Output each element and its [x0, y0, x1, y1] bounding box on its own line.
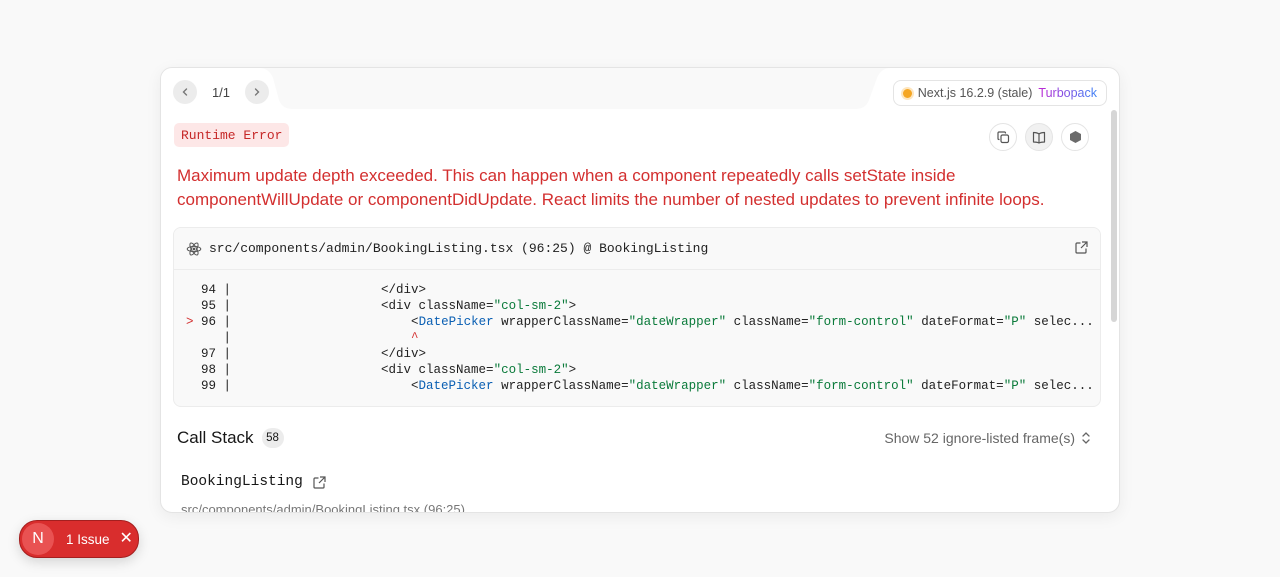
nodejs-inspector-button[interactable] — [1061, 123, 1089, 151]
dialog-content: Runtime Error Maximum update depth excee… — [161, 110, 1109, 512]
code-frame-file[interactable]: src/components/admin/BookingListing.tsx … — [209, 241, 708, 256]
error-overlay-dialog: 1/1 Next.js 16.2.9 (stale) Turbopack Run… — [160, 67, 1120, 513]
issues-count-label[interactable]: 1 Issue — [66, 532, 110, 547]
code-lines: 94 | </div> 95 | <div className="col-sm-… — [174, 270, 1100, 394]
code-frame: src/components/admin/BookingListing.tsx … — [173, 227, 1101, 407]
code-line: 94 | </div> — [186, 283, 427, 297]
code-line: 95 | <div className="col-sm-2"> — [186, 299, 577, 313]
ignore-listed-label: Show 52 ignore-listed frame(s) — [884, 430, 1075, 446]
copy-icon — [996, 130, 1009, 143]
version-label: Next.js 16.2.9 (stale) — [917, 86, 1033, 100]
error-type-badge: Runtime Error — [174, 123, 290, 147]
error-pager: 1/1 — [173, 80, 269, 104]
ignore-listed-toggle[interactable]: Show 52 ignore-listed frame(s) — [884, 430, 1091, 446]
code-line: 99 | <DatePicker wrapperClassName="dateW… — [186, 379, 1094, 393]
call-stack-heading: Call Stack 58 — [177, 428, 284, 448]
docs-button[interactable] — [1025, 123, 1053, 151]
call-stack-title: Call Stack — [177, 428, 254, 447]
react-icon — [186, 241, 202, 256]
dialog-tabbar: 1/1 Next.js 16.2.9 (stale) Turbopack — [161, 68, 1119, 110]
stale-status-dot — [902, 88, 912, 98]
bundler-label: Turbopack — [1038, 86, 1097, 100]
call-stack-count: 58 — [261, 428, 284, 448]
external-link-icon[interactable] — [1075, 241, 1088, 254]
code-line: | ^ — [186, 331, 419, 345]
issues-badge[interactable]: N 1 Issue ✕ — [19, 520, 139, 558]
copy-button[interactable] — [989, 123, 1017, 151]
chevron-left-icon — [182, 88, 188, 96]
code-line: 97 | </div> — [186, 347, 427, 361]
code-line: > 96 | <DatePicker wrapperClassName="dat… — [186, 315, 1094, 329]
scrollbar-thumb[interactable] — [1111, 110, 1117, 322]
next-error-button[interactable] — [245, 80, 269, 104]
close-icon[interactable]: ✕ — [120, 531, 133, 547]
version-badge[interactable]: Next.js 16.2.9 (stale) Turbopack — [892, 80, 1107, 106]
stack-frame-label: BookingListing — [181, 474, 303, 490]
book-icon — [1032, 131, 1046, 144]
pager-count: 1/1 — [211, 84, 231, 100]
chevron-updown-icon — [1082, 432, 1090, 444]
external-link-icon[interactable] — [313, 475, 326, 489]
nextjs-logo-icon[interactable]: N — [22, 523, 54, 555]
code-frame-header: src/components/admin/BookingListing.tsx … — [174, 228, 1100, 270]
chevron-right-icon — [254, 88, 260, 96]
stack-frame-path[interactable]: src/components/admin/BookingListing.tsx … — [181, 502, 465, 512]
stack-frame-name: BookingListing — [181, 474, 326, 490]
dialog-toolbar — [989, 123, 1089, 151]
code-line: 98 | <div className="col-sm-2"> — [186, 363, 577, 377]
dialog-scrollbar[interactable] — [1109, 110, 1119, 512]
nodejs-icon — [1069, 131, 1081, 143]
previous-error-button[interactable] — [173, 80, 197, 104]
error-message[interactable]: Maximum update depth exceeded. This can … — [177, 164, 1107, 212]
